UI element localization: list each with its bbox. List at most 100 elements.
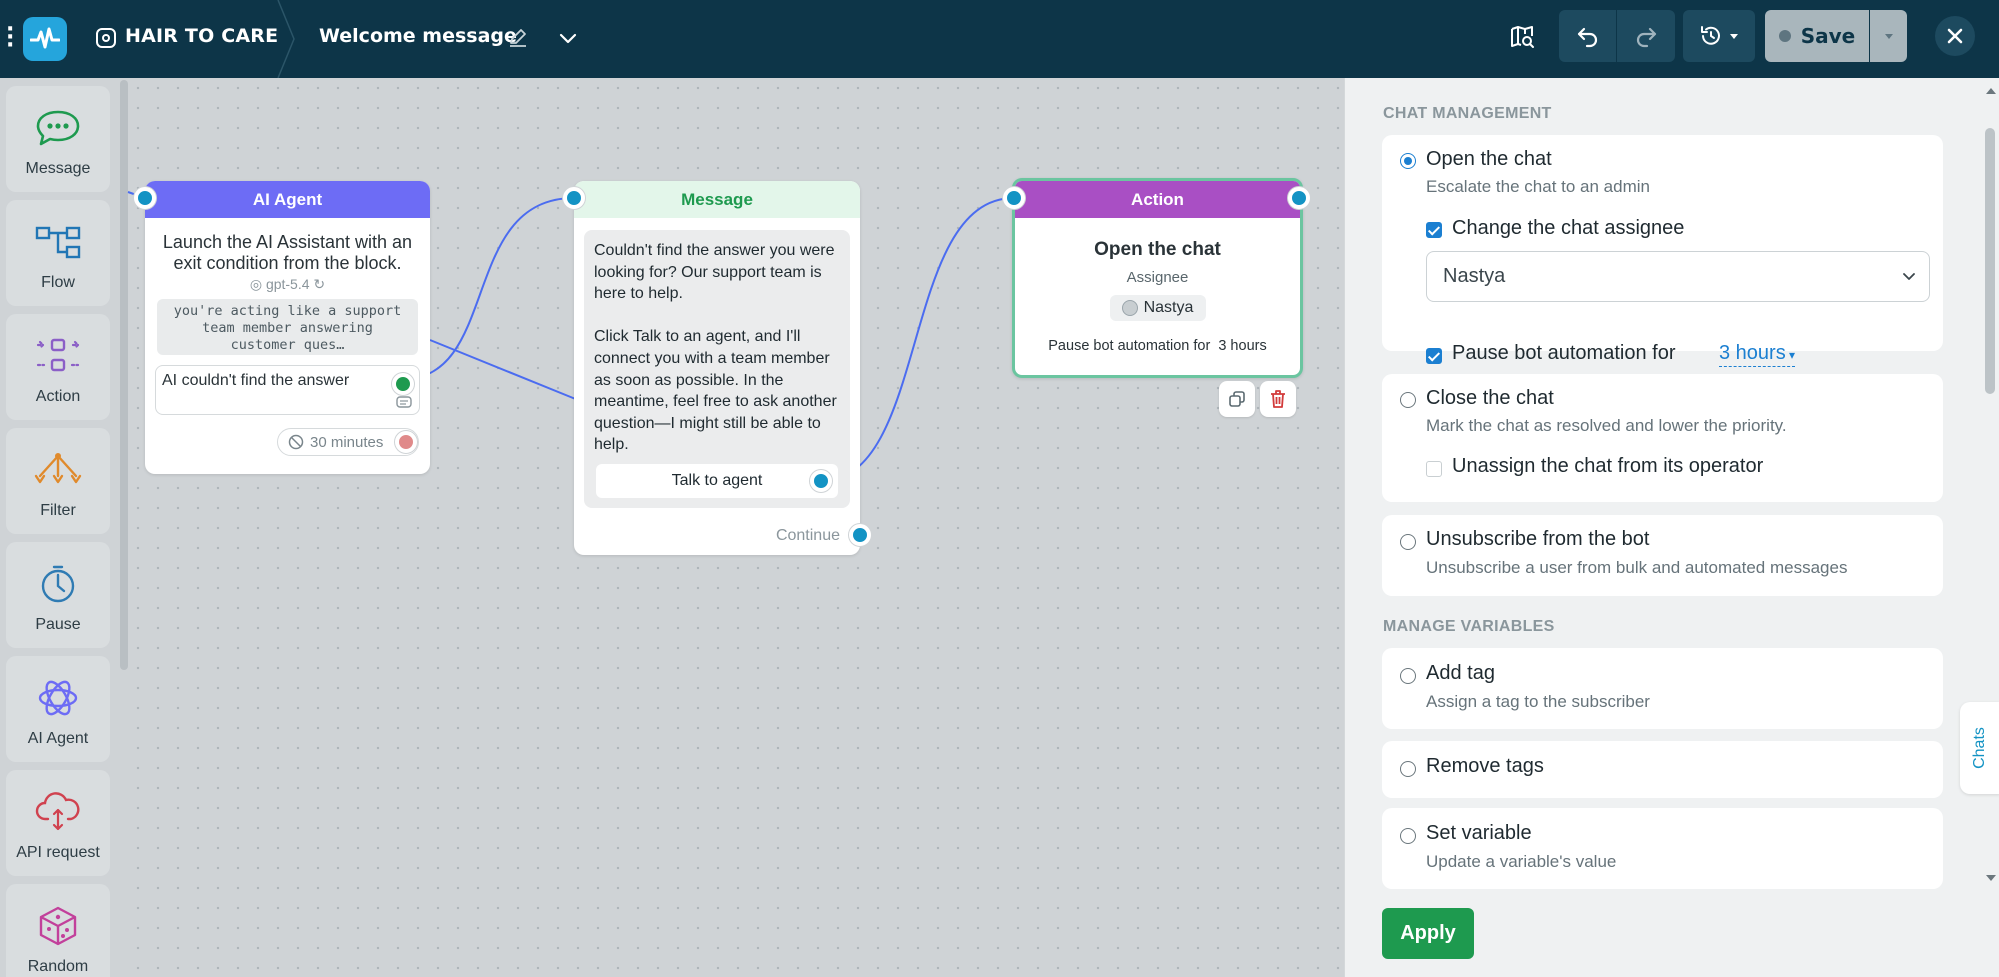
history-button[interactable] xyxy=(1683,10,1755,62)
palette-item-label: Random xyxy=(27,958,89,975)
assignee-label: Assignee xyxy=(1126,269,1189,286)
caret-down-icon xyxy=(1730,34,1738,39)
ai-exit-condition[interactable]: AI couldn't find the answer xyxy=(155,365,420,415)
palette-item-random[interactable]: Random xyxy=(6,884,110,977)
panel-scrollbar[interactable] xyxy=(1985,128,1995,394)
model-icon: ◎ xyxy=(249,276,266,292)
undo-icon xyxy=(1577,27,1597,48)
action-icon xyxy=(32,334,84,378)
node-title: Message xyxy=(574,181,860,218)
more-vertical-icon[interactable]: · · · xyxy=(6,19,14,57)
delete-node-button[interactable] xyxy=(1260,381,1296,417)
open-chat-label[interactable]: Open the chat xyxy=(1426,148,1552,171)
edit-pencil-icon[interactable] xyxy=(507,26,529,48)
close-chat-label[interactable]: Close the chat xyxy=(1426,387,1554,410)
palette-item-pause[interactable]: Pause xyxy=(6,542,110,648)
pause-automation-label-visible[interactable]: Pause bot automation for xyxy=(1452,342,1675,365)
flow-name[interactable]: Welcome message xyxy=(319,25,517,47)
ai-model: ◎ gpt-5.4 ↻ xyxy=(145,276,430,293)
close-button[interactable] xyxy=(1935,16,1975,56)
ai-agent-icon xyxy=(32,676,84,720)
palette-item-label: Filter xyxy=(40,502,76,519)
remove-tags-label[interactable]: Remove tags xyxy=(1426,755,1544,778)
ai-condition-output-port[interactable] xyxy=(392,373,414,395)
save-button[interactable]: Save xyxy=(1765,10,1869,62)
palette-item-filter[interactable]: Filter xyxy=(6,428,110,534)
ai-timeout-output-port[interactable] xyxy=(395,431,417,453)
message-node[interactable]: Message Couldn't find the answer you wer… xyxy=(574,181,860,555)
unassign-checkbox[interactable] xyxy=(1426,461,1442,477)
trash-icon xyxy=(1271,390,1285,408)
chevron-down-icon[interactable] xyxy=(556,26,580,50)
apply-button[interactable]: Apply xyxy=(1382,908,1474,959)
action-node[interactable]: Action Open the chat Assignee Nastya Pau… xyxy=(1012,178,1303,378)
palette-item-flow[interactable]: Flow xyxy=(6,200,110,306)
unsubscribe-radio[interactable] xyxy=(1400,534,1416,550)
option-card-open-chat: Open the chat Escalate the chat to an ad… xyxy=(1382,135,1943,311)
ai-timeout-label: 30 minutes xyxy=(310,433,384,451)
ai-model-name: gpt-5.4 xyxy=(265,276,310,292)
continue-output-port[interactable] xyxy=(849,524,871,546)
talk-to-agent-output-port[interactable] xyxy=(810,470,832,492)
chats-side-tab[interactable]: Chats xyxy=(1960,702,1999,794)
pause-automation-checkbox-mirror xyxy=(1426,348,1442,364)
unsaved-indicator xyxy=(1778,30,1791,42)
pause-summary: Pause bot automation for 3 hours xyxy=(1048,338,1267,354)
palette-item-api-request[interactable]: API request xyxy=(6,770,110,876)
instagram-icon xyxy=(96,28,116,48)
close-chat-radio[interactable] xyxy=(1400,392,1416,408)
action-output-port[interactable] xyxy=(1288,187,1310,209)
option-card-unsubscribe: Unsubscribe from the bot Unsubscribe a u… xyxy=(1382,515,1943,596)
ai-agent-node[interactable]: AI Agent Launch the AI Assistant with an… xyxy=(145,181,430,474)
change-assignee-checkbox[interactable] xyxy=(1426,222,1442,238)
copy-icon xyxy=(1229,391,1245,407)
duplicate-node-button[interactable] xyxy=(1219,381,1255,417)
app-logo[interactable] xyxy=(23,17,67,61)
remove-tags-radio[interactable] xyxy=(1400,761,1416,777)
unsubscribe-desc: Unsubscribe a user from bulk and automat… xyxy=(1426,558,1848,577)
block-palette: Message Flow Action Filter Pause AI Agen… xyxy=(0,78,110,977)
unassign-label[interactable]: Unassign the chat from its operator xyxy=(1452,455,1763,478)
palette-item-label: Flow xyxy=(41,274,75,291)
set-variable-desc: Update a variable's value xyxy=(1426,852,1617,871)
palette-item-action[interactable]: Action xyxy=(6,314,110,420)
cloud-api-icon xyxy=(32,790,84,834)
assignee-select-value: Nastya xyxy=(1443,265,1506,287)
section-title-chat-management: CHAT MANAGEMENT xyxy=(1383,105,1552,122)
scroll-up-icon[interactable] xyxy=(1985,86,1997,96)
set-variable-radio[interactable] xyxy=(1400,828,1416,844)
timeout-icon xyxy=(288,434,304,450)
scroll-down-icon[interactable] xyxy=(1985,873,1997,883)
add-tag-radio[interactable] xyxy=(1400,668,1416,684)
palette-item-label: API request xyxy=(16,844,100,861)
save-options-button[interactable] xyxy=(1870,10,1907,62)
message-input-port[interactable] xyxy=(563,187,585,209)
dice-icon xyxy=(32,904,84,948)
continue-label: Continue xyxy=(775,527,840,544)
palette-item-ai-agent[interactable]: AI Agent xyxy=(6,656,110,762)
palette-item-message[interactable]: Message xyxy=(6,86,110,192)
option-card-set-variable: Set variable Update a variable's value xyxy=(1382,808,1943,889)
undo-button[interactable] xyxy=(1559,10,1616,62)
node-title: AI Agent xyxy=(145,181,430,218)
unsubscribe-label[interactable]: Unsubscribe from the bot xyxy=(1426,528,1649,551)
change-assignee-label[interactable]: Change the chat assignee xyxy=(1452,217,1684,240)
message-button-talk-to-agent[interactable]: Talk to agent xyxy=(596,464,838,498)
add-tag-label[interactable]: Add tag xyxy=(1426,662,1495,685)
redo-icon xyxy=(1636,27,1657,48)
redo-button[interactable] xyxy=(1617,10,1675,62)
palette-item-label: Action xyxy=(35,388,81,405)
bot-name[interactable]: HAIR TO CARE xyxy=(125,25,278,47)
assignee-select[interactable]: Nastya xyxy=(1426,251,1930,302)
palette-item-label: Pause xyxy=(35,616,81,633)
caret-down-icon: ▾ xyxy=(1785,348,1796,362)
pause-duration-dropdown-visible[interactable]: 3 hours ▾ xyxy=(1719,342,1796,367)
set-variable-label[interactable]: Set variable xyxy=(1426,822,1532,845)
open-chat-radio[interactable] xyxy=(1400,153,1416,169)
ai-prompt-preview: you're acting like a support team member… xyxy=(157,299,418,355)
palette-scrollbar[interactable] xyxy=(120,80,128,670)
action-input-port[interactable] xyxy=(1003,187,1025,209)
action-name: Open the chat xyxy=(1094,239,1221,260)
ai-agent-input-port[interactable] xyxy=(134,187,156,209)
map-search-icon[interactable] xyxy=(1503,18,1541,56)
